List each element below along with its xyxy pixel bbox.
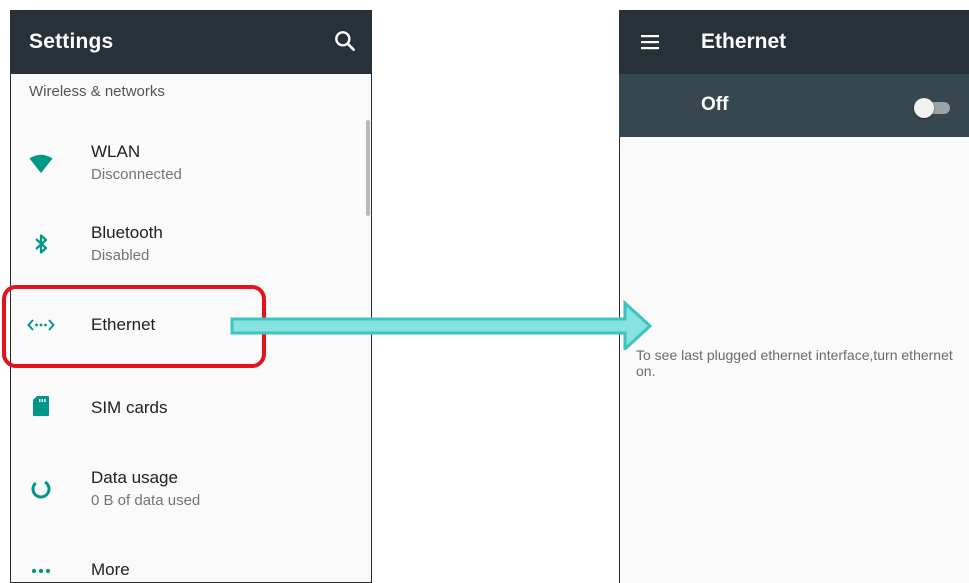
setting-item-sim-cards[interactable]: SIM cards (11, 367, 369, 447)
arrow-right-icon (230, 300, 653, 350)
ethernet-switch-bar[interactable]: Off (619, 74, 969, 137)
more-icon (31, 568, 51, 574)
setting-item-data-usage[interactable]: Data usage 0 B of data used (11, 447, 369, 527)
data-usage-icon (31, 479, 51, 499)
wifi-icon (29, 154, 53, 173)
setting-item-summary: Disconnected (91, 166, 182, 183)
setting-item-label: WLAN (91, 142, 141, 161)
setting-item-label: Bluetooth (91, 223, 163, 242)
setting-item-summary: Disabled (91, 247, 150, 264)
setting-item-more[interactable]: More (11, 527, 369, 583)
section-header: Wireless & networks (29, 83, 165, 100)
empty-state-message: To see last plugged ethernet interface,t… (636, 347, 953, 379)
search-icon (335, 31, 355, 51)
page-title: Settings (29, 30, 114, 53)
menu-button[interactable] (639, 32, 661, 52)
sim-card-icon (33, 396, 49, 416)
toggle-thumb (914, 98, 934, 118)
setting-item-label: SIM cards (91, 398, 168, 417)
setting-item-label: Data usage (91, 468, 178, 487)
setting-item-summary: 0 B of data used (91, 492, 201, 509)
page-title: Ethernet (701, 30, 787, 53)
highlight-box (2, 285, 266, 368)
settings-toolbar: Settings (10, 10, 372, 74)
setting-item-wlan[interactable]: WLAN Disconnected (11, 130, 369, 210)
bluetooth-icon (35, 234, 48, 254)
hamburger-menu-icon (641, 35, 659, 50)
switch-label: Off (701, 94, 729, 115)
ethernet-toolbar: Ethernet (619, 10, 969, 74)
search-button[interactable] (332, 28, 358, 54)
setting-item-label: More (91, 560, 130, 579)
setting-item-bluetooth[interactable]: Bluetooth Disabled (11, 210, 369, 290)
ethernet-toggle[interactable] (914, 98, 952, 118)
ethernet-screen: Ethernet Off To see last plugged etherne… (619, 10, 969, 583)
